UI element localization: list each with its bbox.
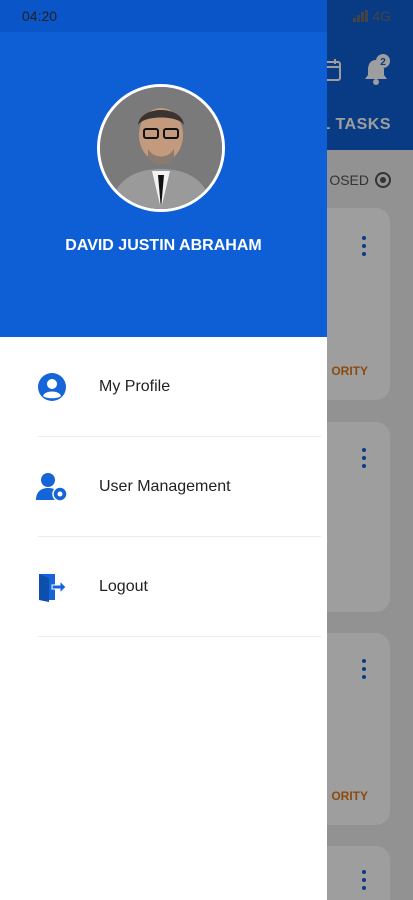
avatar[interactable] [97, 84, 225, 212]
menu-item-my-profile[interactable]: My Profile [0, 337, 327, 437]
drawer-header: DAVID JUSTIN ABRAHAM [0, 32, 327, 337]
menu-item-user-management[interactable]: User Management [0, 437, 327, 537]
menu-item-label: User Management [99, 478, 231, 495]
user-name: DAVID JUSTIN ABRAHAM [65, 237, 262, 254]
status-indicators: 4G [353, 8, 391, 24]
signal-icon [353, 10, 369, 22]
status-time: 04:20 [22, 8, 58, 24]
profile-icon [36, 371, 68, 403]
navigation-drawer: DAVID JUSTIN ABRAHAM My Profile User Man… [0, 0, 327, 900]
menu-item-label: Logout [99, 578, 148, 595]
status-bar: 04:20 4G [0, 0, 413, 32]
divider [38, 636, 321, 637]
menu-item-label: My Profile [99, 378, 171, 395]
avatar-image [100, 87, 222, 209]
user-management-icon [36, 471, 68, 503]
network-type: 4G [372, 8, 391, 24]
logout-icon [36, 571, 68, 603]
drawer-menu: My Profile User Management Logout [0, 337, 327, 637]
menu-item-logout[interactable]: Logout [0, 537, 327, 637]
